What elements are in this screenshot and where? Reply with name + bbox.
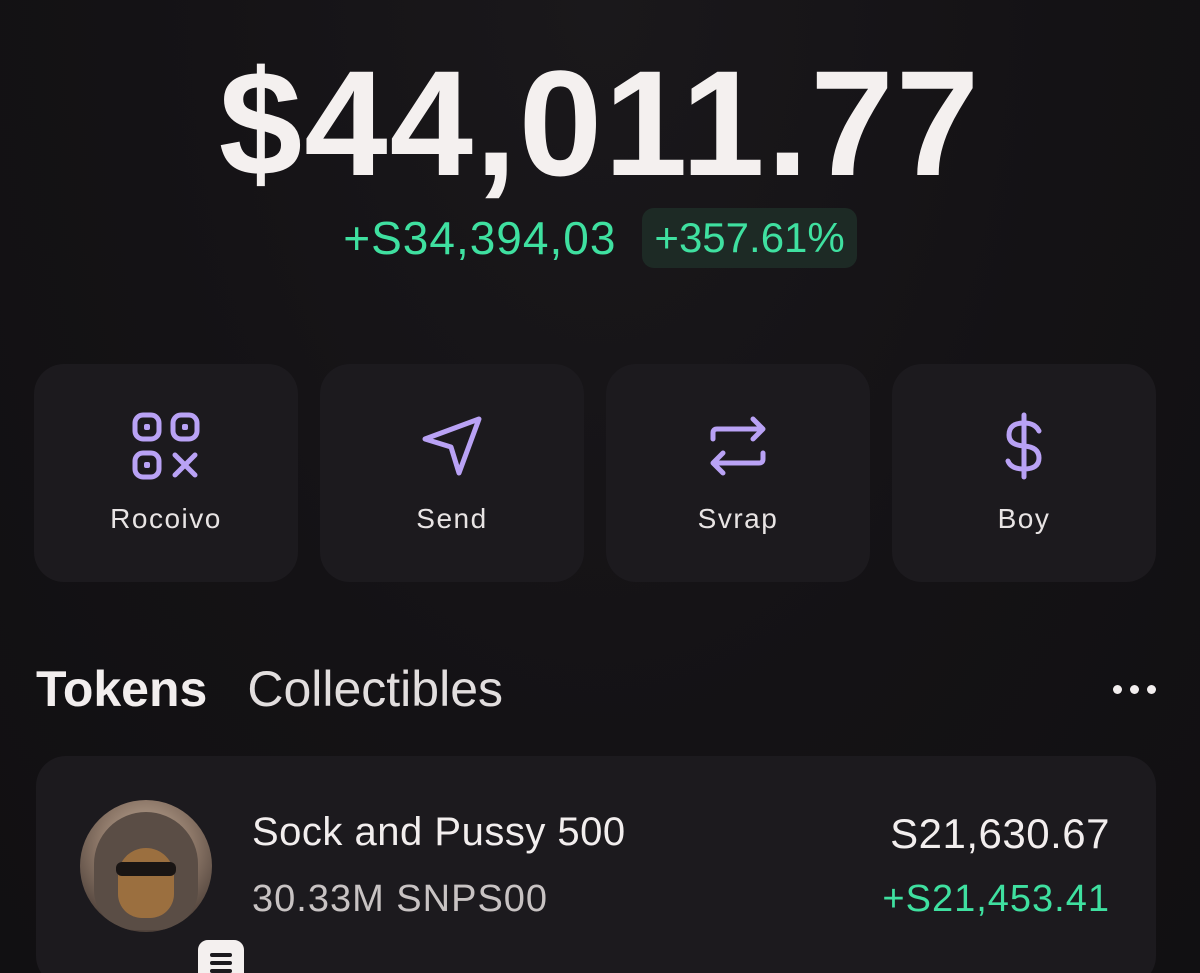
token-avatar — [80, 800, 212, 932]
avatar-face — [118, 848, 174, 918]
send-arrow-icon — [417, 411, 487, 481]
wallet-screen: $44,011.77 +S34,394,03 +357.61% Rocoivo — [0, 0, 1200, 973]
action-buttons: Rocoivo Send Svrap Boy — [34, 364, 1156, 582]
dollar-icon — [989, 411, 1059, 481]
balance-change-row: +S34,394,03 +357.61% — [0, 208, 1200, 268]
dot — [1130, 684, 1139, 694]
tab-tokens[interactable]: Tokens — [36, 660, 207, 718]
swap-arrows-icon — [703, 411, 773, 481]
chain-badge-icon — [194, 936, 248, 973]
qr-code-icon — [131, 411, 201, 481]
send-label: Send — [416, 503, 488, 534]
swap-button[interactable]: Svrap — [606, 364, 870, 582]
receive-button[interactable]: Rocoivo — [34, 364, 298, 582]
total-balance: $44,011.77 — [218, 39, 982, 207]
tab-collectibles[interactable]: Collectibles — [247, 660, 503, 718]
asset-tabs: Tokens Collectibles — [36, 660, 1164, 718]
buy-button[interactable]: Boy — [892, 364, 1156, 582]
avatar-glasses — [116, 862, 176, 876]
token-amount: 30.33M SNPS00 — [252, 878, 549, 920]
more-dots-icon[interactable] — [1105, 677, 1164, 702]
token-row[interactable]: Sock and Pussy 500 30.33M SNPS00 S21,630… — [36, 756, 1156, 973]
send-button[interactable]: Send — [320, 364, 584, 582]
balance-change-percent-badge: +357.61% — [642, 208, 857, 268]
dot — [1113, 684, 1122, 694]
token-name: Sock and Pussy 500 — [252, 810, 626, 854]
dot — [1147, 684, 1156, 694]
token-change: +S21,453.41 — [882, 878, 1110, 920]
swap-label: Svrap — [697, 503, 779, 534]
receive-label: Rocoivo — [110, 503, 222, 534]
buy-label: Boy — [997, 503, 1051, 534]
balance-change-amount: +S34,394,03 — [343, 212, 617, 264]
token-value: S21,630.67 — [890, 810, 1110, 857]
